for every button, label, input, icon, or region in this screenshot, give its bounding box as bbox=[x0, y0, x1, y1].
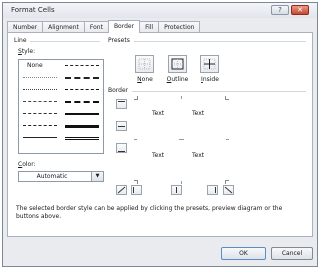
preset-none-button[interactable] bbox=[135, 55, 154, 73]
description-text: The selected border style can be applied… bbox=[16, 205, 283, 220]
color-label: Color: bbox=[18, 161, 36, 168]
chevron-down-icon[interactable]: ▼ bbox=[91, 172, 103, 181]
line-style-hair[interactable] bbox=[23, 77, 57, 78]
diagonal-down-icon bbox=[224, 186, 233, 194]
line-style-medium-dash-dot-dot[interactable] bbox=[65, 65, 99, 66]
border-right-button[interactable] bbox=[207, 185, 218, 195]
preview-text-top-left: Text bbox=[152, 110, 165, 117]
cancel-button[interactable]: Cancel bbox=[271, 247, 313, 260]
format-cells-dialog: Format Cells ? ✕ Number Alignment Font B… bbox=[2, 2, 318, 267]
border-inside-vertical-button[interactable] bbox=[171, 185, 182, 195]
tab-border[interactable]: Border bbox=[107, 20, 141, 33]
line-style-medium-dash-dot[interactable] bbox=[65, 89, 99, 90]
preset-none-icon bbox=[138, 58, 151, 70]
line-style-double[interactable] bbox=[65, 137, 99, 140]
line-style-medium[interactable] bbox=[65, 113, 99, 115]
border-group-divider bbox=[132, 91, 306, 92]
line-style-slant-dash-dot[interactable] bbox=[65, 77, 99, 79]
preset-inside-button[interactable] bbox=[200, 55, 219, 73]
preset-outline-button[interactable] bbox=[168, 55, 187, 73]
presets-group-divider bbox=[134, 41, 306, 42]
color-value: Automatic bbox=[36, 173, 68, 180]
preview-text-bottom-left: Text bbox=[152, 152, 165, 159]
line-style-dash-dot-dot[interactable] bbox=[23, 101, 57, 102]
line-style-thick[interactable] bbox=[65, 125, 99, 128]
preset-inside-icon bbox=[203, 58, 216, 70]
border-diagonal-down-button[interactable] bbox=[223, 185, 234, 195]
color-dropdown[interactable]: Automatic ▼ bbox=[18, 171, 104, 182]
border-inside-horizontal-button[interactable] bbox=[116, 121, 127, 131]
line-group-divider bbox=[30, 41, 100, 42]
line-style-medium-dashed[interactable] bbox=[65, 101, 99, 103]
line-style-none[interactable]: None bbox=[27, 62, 43, 69]
title-bar: Format Cells ? ✕ bbox=[3, 3, 317, 18]
border-top-button[interactable] bbox=[116, 99, 127, 109]
border-bottom-button[interactable] bbox=[116, 143, 127, 153]
border-left-button[interactable] bbox=[131, 185, 142, 195]
preview-text-bottom-right: Text bbox=[192, 152, 205, 159]
preset-outline-label: Outline bbox=[166, 76, 189, 83]
border-diagonal-up-button[interactable] bbox=[116, 185, 127, 195]
ok-button[interactable]: OK bbox=[221, 247, 266, 260]
style-label: Style: bbox=[18, 48, 36, 55]
preview-text-top-right: Text bbox=[192, 110, 205, 117]
line-style-list[interactable]: None bbox=[18, 59, 104, 154]
border-preview-area[interactable]: Text Text Text Text bbox=[134, 96, 229, 184]
line-style-dash-dot[interactable] bbox=[23, 113, 57, 114]
help-button[interactable]: ? bbox=[271, 5, 289, 15]
diagonal-up-icon bbox=[117, 186, 126, 194]
border-tab-panel: Line Style: None Color: Automatic ▼ Pres… bbox=[7, 32, 313, 237]
presets-group-title: Presets bbox=[108, 37, 130, 44]
line-style-dashed[interactable] bbox=[23, 125, 57, 126]
line-style-dotted[interactable] bbox=[23, 89, 57, 90]
line-style-thin[interactable] bbox=[23, 137, 57, 138]
window-title: Format Cells bbox=[11, 6, 55, 14]
preset-inside-label: Inside bbox=[201, 76, 219, 83]
border-group-title: Border bbox=[108, 87, 129, 94]
preset-none-label: None bbox=[137, 76, 153, 83]
close-button[interactable]: ✕ bbox=[291, 5, 309, 15]
preset-outline-icon bbox=[171, 58, 184, 70]
line-group-title: Line bbox=[14, 37, 27, 44]
